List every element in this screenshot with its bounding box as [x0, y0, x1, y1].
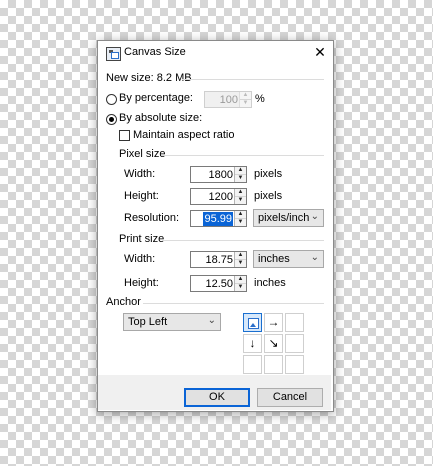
- resolution-spinner[interactable]: 95.99 ▲ ▼: [190, 210, 247, 227]
- anchor-top-left-cell[interactable]: [243, 313, 262, 332]
- image-icon: [248, 318, 259, 329]
- close-icon[interactable]: ✕: [308, 41, 332, 63]
- separator: [162, 155, 324, 156]
- cancel-button[interactable]: Cancel: [257, 388, 323, 407]
- separator: [182, 79, 324, 80]
- spin-up-icon[interactable]: ▲: [235, 189, 246, 196]
- resolution-unit-dropdown[interactable]: pixels/inch ⌄: [253, 209, 324, 227]
- new-size-label: New size: 8.2 MB: [106, 72, 192, 84]
- maintain-aspect-label: Maintain aspect ratio: [133, 129, 235, 141]
- spin-up-icon[interactable]: ▲: [235, 167, 246, 174]
- canvas-size-app-icon: [106, 47, 121, 61]
- spinner-arrows[interactable]: ▲ ▼: [239, 92, 251, 107]
- anchor-top-center-cell[interactable]: →: [264, 313, 283, 332]
- anchor-bottom-left-cell[interactable]: [243, 355, 262, 374]
- chevron-down-icon: ⌄: [310, 252, 319, 263]
- pixel-width-spinner[interactable]: 1800 ▲ ▼: [190, 166, 247, 183]
- percentage-spinner[interactable]: 100 ▲ ▼: [204, 91, 252, 108]
- pixel-height-spinner[interactable]: 1200 ▲ ▼: [190, 188, 247, 205]
- pixel-height-label: Height:: [124, 190, 159, 202]
- spin-down-icon[interactable]: ▼: [235, 283, 246, 291]
- anchor-dropdown[interactable]: Top Left ⌄: [123, 313, 221, 331]
- by-absolute-size-label: By absolute size:: [119, 112, 203, 124]
- spin-up-icon[interactable]: ▲: [235, 252, 246, 259]
- dialog-title: Canvas Size: [124, 46, 186, 58]
- ok-button[interactable]: OK: [184, 388, 250, 407]
- pixel-width-unit: pixels: [254, 168, 283, 180]
- spin-down-icon[interactable]: ▼: [235, 196, 246, 204]
- pixel-size-header: Pixel size: [119, 148, 166, 160]
- spin-down-icon[interactable]: ▼: [235, 259, 246, 267]
- anchor-bottom-right-cell[interactable]: [285, 355, 304, 374]
- resolution-unit-value: pixels/inch: [258, 212, 310, 224]
- spin-down-icon[interactable]: ▼: [240, 99, 251, 107]
- print-height-label: Height:: [124, 277, 159, 289]
- by-percentage-label: By percentage:: [119, 92, 193, 104]
- spinner-arrows[interactable]: ▲ ▼: [234, 276, 246, 291]
- spinner-arrows[interactable]: ▲ ▼: [234, 189, 246, 204]
- arrow-down-icon: ↓: [249, 336, 256, 350]
- pixel-height-value: 1200: [208, 191, 233, 203]
- percent-unit: %: [255, 93, 265, 105]
- percentage-value: 100: [219, 94, 238, 106]
- canvas-size-dialog: Canvas Size ✕ New size: 8.2 MB By percen…: [97, 40, 334, 412]
- print-height-unit: inches: [254, 277, 286, 289]
- pixel-height-unit: pixels: [254, 190, 283, 202]
- anchor-middle-right-cell[interactable]: [285, 334, 304, 353]
- anchor-center-cell[interactable]: ↘: [264, 334, 283, 353]
- pixel-width-value: 1800: [208, 169, 233, 181]
- anchor-bottom-center-cell[interactable]: [264, 355, 283, 374]
- spin-up-icon[interactable]: ▲: [235, 211, 246, 218]
- chevron-down-icon: ⌄: [310, 211, 319, 222]
- print-unit-dropdown[interactable]: inches ⌄: [253, 250, 324, 268]
- spin-up-icon[interactable]: ▲: [240, 92, 251, 99]
- anchor-selected-value: Top Left: [128, 316, 168, 328]
- print-width-label: Width:: [124, 253, 156, 265]
- print-unit-value: inches: [258, 253, 290, 265]
- resolution-value[interactable]: 95.99: [203, 212, 233, 226]
- spinner-arrows[interactable]: ▲ ▼: [234, 167, 246, 182]
- by-absolute-size-radio[interactable]: [106, 114, 117, 125]
- arrow-right-icon: →: [267, 315, 280, 329]
- pixel-width-label: Width:: [124, 168, 156, 180]
- print-height-spinner[interactable]: 12.50 ▲ ▼: [190, 275, 247, 292]
- spinner-arrows[interactable]: ▲ ▼: [234, 211, 246, 226]
- arrow-down-right-icon: ↘: [268, 336, 279, 350]
- print-width-value: 18.75: [205, 254, 233, 266]
- resolution-label: Resolution:: [124, 212, 180, 224]
- by-percentage-radio[interactable]: [106, 94, 117, 105]
- anchor-middle-left-cell[interactable]: ↓: [243, 334, 262, 353]
- maintain-aspect-checkbox[interactable]: [119, 130, 130, 141]
- spinner-arrows[interactable]: ▲ ▼: [234, 252, 246, 267]
- spin-down-icon[interactable]: ▼: [235, 174, 246, 182]
- print-size-header: Print size: [119, 233, 165, 245]
- print-height-value: 12.50: [205, 278, 233, 290]
- separator: [162, 240, 324, 241]
- print-width-spinner[interactable]: 18.75 ▲ ▼: [190, 251, 247, 268]
- anchor-top-right-cell[interactable]: [285, 313, 304, 332]
- spin-down-icon[interactable]: ▼: [235, 218, 246, 226]
- dialog-footer: OK Cancel: [98, 375, 331, 410]
- chevron-down-icon: ⌄: [207, 315, 216, 326]
- anchor-header: Anchor: [106, 296, 141, 308]
- separator: [143, 303, 324, 304]
- spin-up-icon[interactable]: ▲: [235, 276, 246, 283]
